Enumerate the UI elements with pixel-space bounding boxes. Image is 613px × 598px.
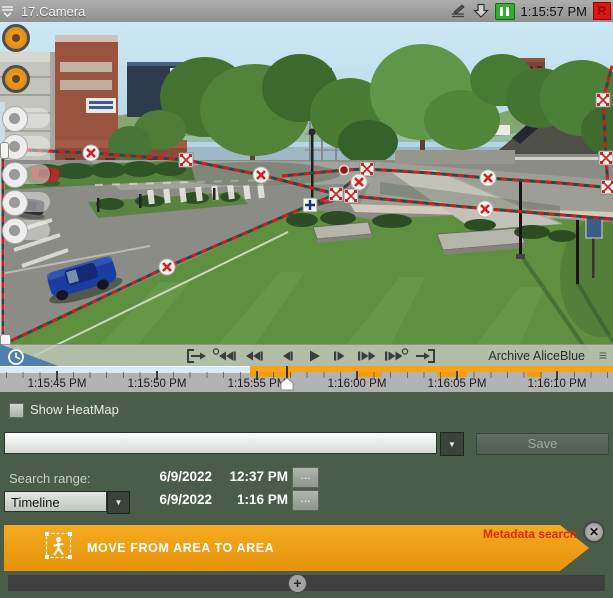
camera-title: 17.Camera <box>21 4 85 19</box>
dot-marker <box>340 166 349 175</box>
camera-control-button-2[interactable] <box>2 65 30 93</box>
add-search-button[interactable]: + <box>288 574 307 593</box>
range-end-date: 6/9/2022 <box>130 492 212 507</box>
heatmap-checkbox[interactable] <box>9 403 24 418</box>
circle-x-marker <box>253 167 269 183</box>
camera-window: 17.Camera 1:15:57 PM R <box>0 0 613 598</box>
search-range-label: Search range: <box>9 471 91 486</box>
timeline-label: 1:16:10 PM <box>507 378 607 390</box>
timeline-ruler[interactable]: 1:15:45 PM 1:15:50 PM 1:15:55 PM 1:16:00… <box>0 366 613 394</box>
archive-selector[interactable]: Archive AliceBlue <box>488 349 585 363</box>
export-arrow-icon[interactable] <box>473 3 489 19</box>
box-plus-marker <box>303 198 317 212</box>
range-start-date: 6/9/2022 <box>130 469 212 484</box>
record-button[interactable]: R <box>593 2 611 20</box>
step-forward-button[interactable] <box>327 348 353 364</box>
time-navigator-corner[interactable] <box>0 340 60 366</box>
street-sign <box>586 218 602 238</box>
box-x-marker <box>329 187 343 201</box>
window-titlebar: 17.Camera 1:15:57 PM R <box>0 0 613 23</box>
box-x-marker <box>601 180 613 194</box>
camera-scene <box>0 22 613 366</box>
heatmap-label: Show HeatMap <box>30 402 119 417</box>
camera-control-button-7[interactable] <box>2 218 52 242</box>
fast-rewind-button[interactable] <box>242 348 268 364</box>
camera-menu-icon[interactable] <box>0 5 15 18</box>
camera-control-button-6[interactable] <box>2 190 52 214</box>
camera-control-button-3[interactable] <box>2 106 52 130</box>
range-mode-select[interactable]: Timeline <box>4 491 107 512</box>
circle-x-marker <box>159 259 175 275</box>
range-start-time: 12:37 PM <box>216 469 288 484</box>
camera-control-button-4[interactable] <box>2 134 52 158</box>
playback-controls-bar: Archive AliceBlue ≡ <box>0 344 613 366</box>
forward-time-button[interactable] <box>383 348 409 364</box>
prev-event-button[interactable] <box>184 348 210 364</box>
box-x-marker <box>360 162 374 176</box>
search-panel: Show HeatMap ▼ Save Search range: 6/9/20… <box>0 392 613 598</box>
metadata-search-banner[interactable]: MOVE FROM AREA TO AREA <box>4 525 589 571</box>
timeline-label: 1:16:05 PM <box>407 378 507 390</box>
current-time: 1:15:57 PM <box>521 4 588 19</box>
close-banner-button[interactable]: ✕ <box>583 521 605 543</box>
box-x-marker <box>596 93 610 107</box>
chevron-down-icon: ▼ <box>448 440 456 449</box>
range-mode-dropdown-button[interactable]: ▼ <box>107 491 130 514</box>
camera-control-button-5[interactable] <box>2 162 52 186</box>
archive-menu-icon[interactable]: ≡ <box>599 347 607 363</box>
end-date-picker-button[interactable]: ... <box>292 490 319 511</box>
circle-x-marker <box>480 170 496 186</box>
range-end-time: 1:16 PM <box>216 492 288 507</box>
circle-x-marker <box>477 201 493 217</box>
query-dropdown-button[interactable]: ▼ <box>440 432 464 456</box>
box-x-marker <box>179 153 193 167</box>
save-button[interactable]: Save <box>476 433 609 455</box>
chevron-down-icon: ▼ <box>115 498 123 507</box>
track-line-handle[interactable] <box>0 142 9 159</box>
pause-button[interactable] <box>495 3 515 20</box>
video-viewport[interactable]: Archive AliceBlue ≡ <box>0 22 613 366</box>
rewind-time-button[interactable] <box>212 348 238 364</box>
start-date-picker-button[interactable]: ... <box>292 467 319 488</box>
person-area-icon <box>45 532 72 564</box>
circle-x-marker <box>351 174 367 190</box>
timeline-label: 1:16:00 PM <box>307 378 407 390</box>
circle-x-marker <box>83 145 99 161</box>
edit-icon[interactable] <box>449 3 467 19</box>
query-input[interactable] <box>4 432 437 454</box>
step-back-button[interactable] <box>274 348 300 364</box>
camera-control-button-1[interactable] <box>2 24 30 52</box>
box-x-marker <box>599 151 613 165</box>
banner-title: MOVE FROM AREA TO AREA <box>87 541 274 555</box>
timeline-label: 1:15:50 PM <box>107 378 207 390</box>
timeline-label: 1:15:45 PM <box>7 378 107 390</box>
play-button[interactable] <box>301 348 327 364</box>
fast-forward-button[interactable] <box>354 348 380 364</box>
box-x-marker <box>344 189 358 203</box>
next-event-button[interactable] <box>412 348 438 364</box>
